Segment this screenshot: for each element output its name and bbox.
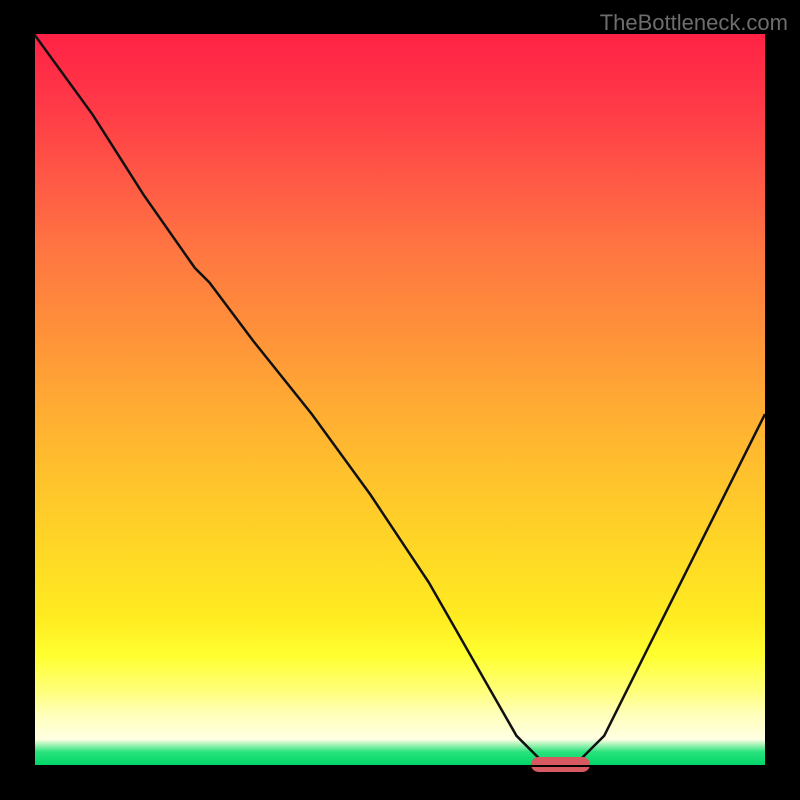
chart-frame: TheBottleneck.com xyxy=(0,0,800,800)
watermark: TheBottleneck.com xyxy=(600,10,788,36)
y-axis xyxy=(33,34,35,765)
bottleneck-curve xyxy=(34,34,765,765)
x-axis xyxy=(34,765,765,767)
